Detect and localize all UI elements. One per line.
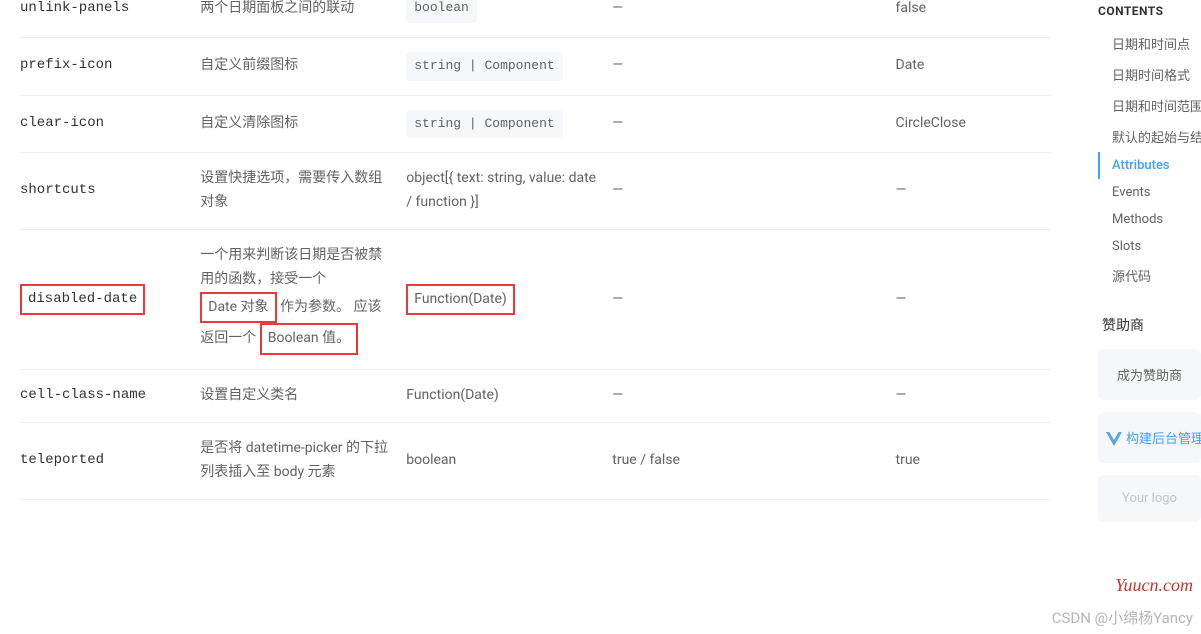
attr-name: shortcuts <box>20 153 200 230</box>
attr-options: — <box>612 37 895 95</box>
attr-type: boolean <box>406 422 612 499</box>
attr-type: Function(Date) <box>406 229 612 369</box>
sponsor-become-button[interactable]: 成为赞助商 <box>1098 349 1201 400</box>
attr-options: — <box>612 229 895 369</box>
attr-type: string | Component <box>406 37 612 95</box>
attr-default: true <box>896 422 1051 499</box>
table-row: disabled-date一个用来判断该日期是否被禁用的函数，接受一个 Date… <box>20 229 1050 369</box>
table-row: teleported是否将 datetime-picker 的下拉列表插入至 b… <box>20 422 1050 499</box>
attr-type: string | Component <box>406 95 612 153</box>
attr-options: true / false <box>612 422 895 499</box>
attr-name: disabled-date <box>20 229 200 369</box>
toc-item[interactable]: 默认的起始与结束 <box>1098 121 1201 152</box>
attr-options: — <box>612 0 895 37</box>
attr-default: false <box>896 0 1051 37</box>
attr-default: — <box>896 153 1051 230</box>
toc-item[interactable]: 日期时间格式 <box>1098 59 1201 90</box>
attr-description: 自定义清除图标 <box>200 95 406 153</box>
table-row: unlink-panels两个日期面板之间的联动boolean—false <box>20 0 1050 37</box>
sponsor-heading: 赞助商 <box>1102 315 1201 335</box>
attr-name: cell-class-name <box>20 370 200 423</box>
attr-description: 自定义前缀图标 <box>200 37 406 95</box>
attr-default: — <box>896 229 1051 369</box>
table-row: prefix-icon自定义前缀图标string | Component—Dat… <box>20 37 1050 95</box>
attr-name: clear-icon <box>20 95 200 153</box>
attr-type: Function(Date) <box>406 370 612 423</box>
toc-heading: CONTENTS <box>1098 4 1201 18</box>
table-row: clear-icon自定义清除图标string | Component—Circ… <box>20 95 1050 153</box>
attr-name: unlink-panels <box>20 0 200 37</box>
toc-item[interactable]: Slots <box>1098 233 1201 260</box>
attr-name: teleported <box>20 422 200 499</box>
attr-description: 一个用来判断该日期是否被禁用的函数，接受一个 Date 对象 作为参数。 应该返… <box>200 229 406 369</box>
attr-type: boolean <box>406 0 612 37</box>
attr-default: — <box>896 370 1051 423</box>
attr-description: 设置自定义类名 <box>200 370 406 423</box>
attr-options: — <box>612 153 895 230</box>
watermark-csdn: CSDN @小绵杨Yancy <box>1052 607 1193 628</box>
sponsor-placeholder[interactable]: Your logo <box>1098 475 1201 522</box>
attr-default: Date <box>896 37 1051 95</box>
toc-item[interactable]: 日期和时间点 <box>1098 28 1201 59</box>
toc-item[interactable]: Events <box>1098 179 1201 206</box>
sponsor-vue[interactable]: 构建后台管理 <box>1098 412 1201 463</box>
attr-default: CircleClose <box>896 95 1051 153</box>
table-row: cell-class-name设置自定义类名Function(Date)—— <box>20 370 1050 423</box>
toc-sidebar: CONTENTS 日期和时间点日期时间格式日期和时间范围默认的起始与结束Attr… <box>1086 0 1201 634</box>
attr-options: — <box>612 370 895 423</box>
attr-type: object[{ text: string, value: date / fun… <box>406 153 612 230</box>
toc-item[interactable]: 源代码 <box>1098 260 1201 291</box>
attr-description: 设置快捷选项，需要传入数组对象 <box>200 153 406 230</box>
toc-item[interactable]: Methods <box>1098 206 1201 233</box>
attributes-table: unlink-panels两个日期面板之间的联动boolean—falsepre… <box>20 0 1050 500</box>
vue-icon <box>1106 432 1122 446</box>
toc-item[interactable]: 日期和时间范围 <box>1098 90 1201 121</box>
attr-description: 是否将 datetime-picker 的下拉列表插入至 body 元素 <box>200 422 406 499</box>
toc-item[interactable]: Attributes <box>1098 152 1201 179</box>
watermark-yuucn: Yuucn.com <box>1115 575 1193 596</box>
attr-name: prefix-icon <box>20 37 200 95</box>
attr-options: — <box>612 95 895 153</box>
table-row: shortcuts设置快捷选项，需要传入数组对象object[{ text: s… <box>20 153 1050 230</box>
attr-description: 两个日期面板之间的联动 <box>200 0 406 37</box>
